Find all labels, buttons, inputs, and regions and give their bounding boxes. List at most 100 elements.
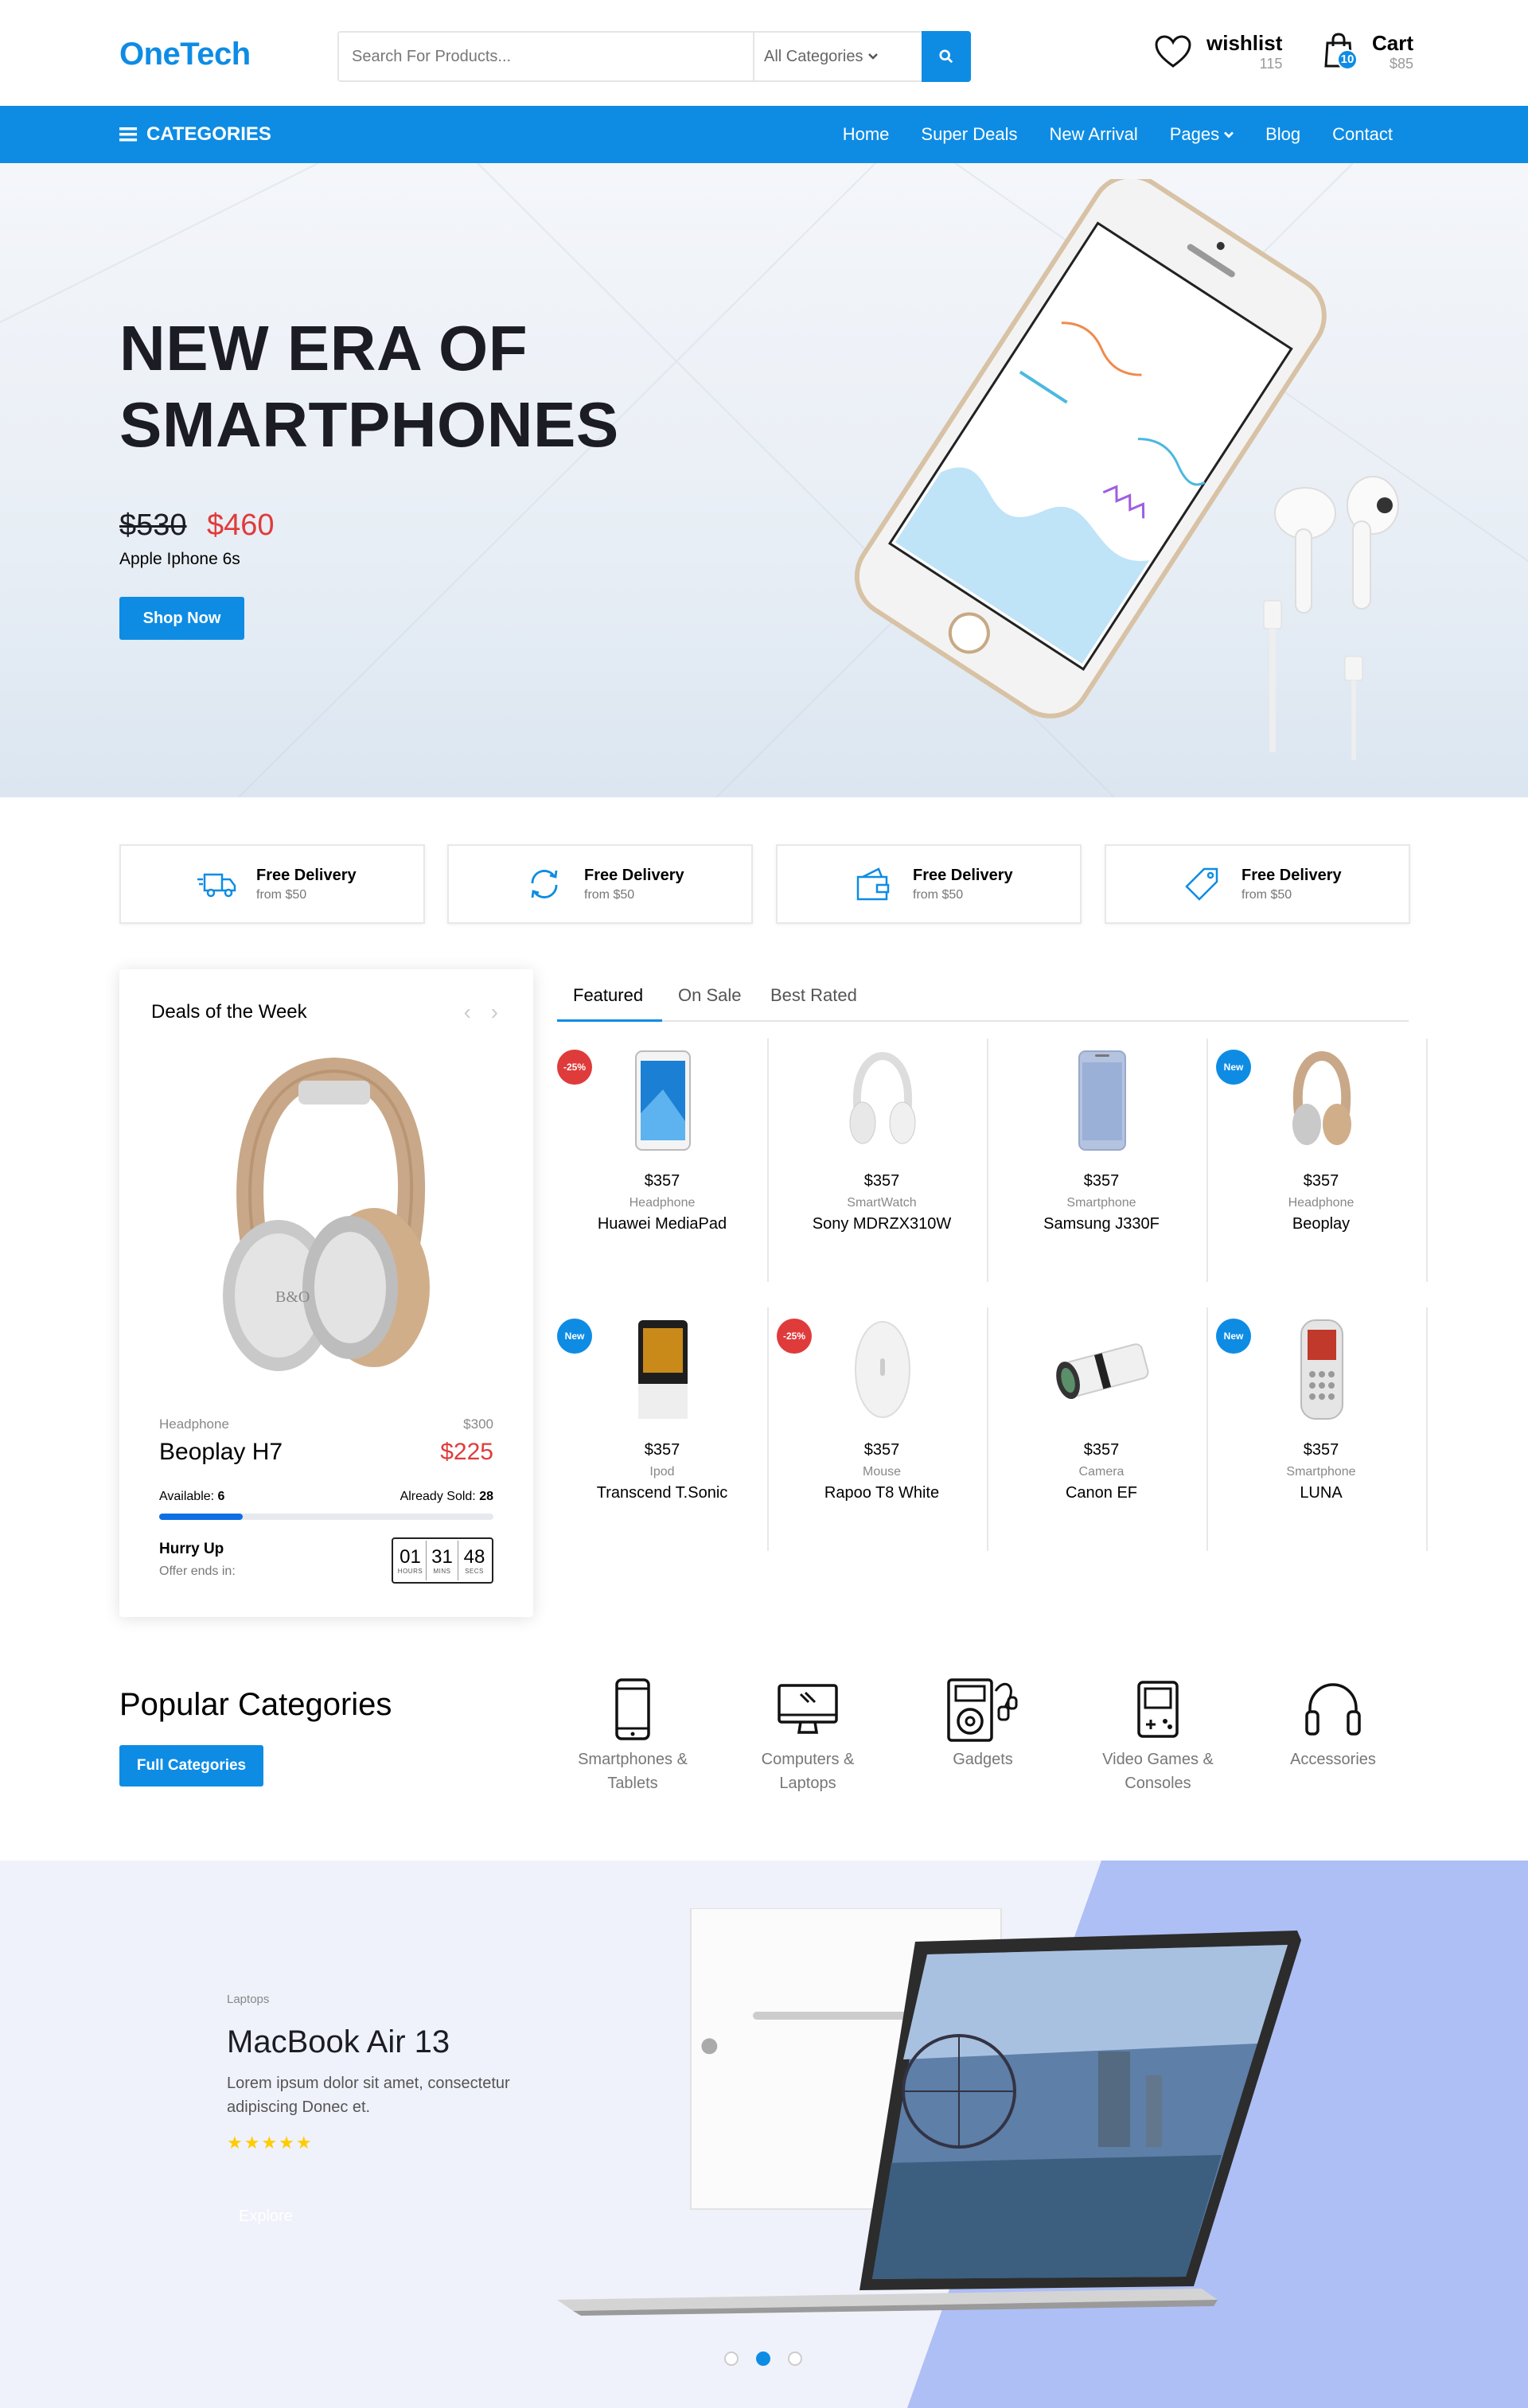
chevron-left-icon[interactable]: ‹: [464, 999, 471, 1025]
sold-label: Already Sold:: [400, 1490, 476, 1503]
product-card[interactable]: New $357 Ipod Transcend T.Sonic: [557, 1307, 769, 1551]
tab-best-rated[interactable]: Best Rated: [770, 985, 857, 1006]
deals-of-the-week: Deals of the Week ‹ › B&O Headphone $300…: [119, 969, 533, 1617]
category-gadgets[interactable]: Gadgets: [911, 1674, 1054, 1771]
cart-total: $85: [1389, 56, 1414, 72]
category-label: Smartphones &: [578, 1751, 688, 1768]
product-name[interactable]: Sony MDRZX310W: [777, 1215, 987, 1233]
category-computers[interactable]: Computers & Laptops: [736, 1674, 879, 1795]
category-smartphones[interactable]: Smartphones & Tablets: [561, 1674, 704, 1795]
product-name[interactable]: Beoplay: [1216, 1215, 1426, 1233]
logo[interactable]: OneTech: [119, 37, 251, 72]
promo-banner: ● Laptops MacBook Air 13 Lorem ipsum dol…: [0, 1861, 1528, 2408]
chevron-down-icon: [867, 53, 878, 60]
feature-sub: from $50: [256, 887, 307, 902]
svg-text:●: ●: [700, 2033, 719, 2057]
full-categories-button[interactable]: Full Categories: [119, 1745, 263, 1787]
product-name[interactable]: Transcend T.Sonic: [557, 1484, 767, 1502]
smartphone-image: [1078, 1050, 1126, 1151]
camera-lens-image: [1056, 1343, 1149, 1400]
chevron-down-icon: [1224, 131, 1234, 138]
product-name[interactable]: Canon EF: [996, 1484, 1206, 1502]
sold-count: 28: [479, 1490, 493, 1503]
search-button[interactable]: [922, 31, 971, 82]
hero-title: NEW ERA OF SMARTPHONES: [119, 310, 619, 463]
shop-now-button[interactable]: Shop Now: [119, 597, 244, 640]
product-card[interactable]: -25% $357 Mouse Rapoo T8 White: [777, 1307, 988, 1551]
product-name[interactable]: LUNA: [1216, 1484, 1426, 1502]
main-nav: CATEGORIES Home Super Deals New Arrival …: [0, 106, 1528, 163]
product-category: Camera: [1078, 1465, 1125, 1479]
product-category: Ipod: [649, 1465, 675, 1479]
banner-category: Laptops: [227, 1993, 270, 2006]
nav-home[interactable]: Home: [843, 124, 890, 145]
timer-hours-label: HOURS: [397, 1567, 423, 1575]
product-card[interactable]: New $357 Smartphone LUNA: [1216, 1307, 1428, 1551]
tab-on-sale[interactable]: On Sale: [678, 985, 742, 1006]
deal-product-name[interactable]: Beoplay H7: [159, 1439, 283, 1466]
nav-new-arrival[interactable]: New Arrival: [1049, 124, 1137, 145]
hurry-up: Hurry Up: [159, 1541, 224, 1557]
refresh-icon: [531, 870, 558, 898]
feature-title: Free Delivery: [256, 866, 357, 884]
slider-dot-active[interactable]: [756, 2352, 770, 2366]
discount-badge: -25%: [777, 1319, 812, 1354]
timer-mins-label: MINS: [433, 1567, 451, 1575]
macbook-image: ●: [557, 1908, 1301, 2316]
category-select-label: All Categories: [764, 47, 863, 65]
headphone-image: [1292, 1050, 1351, 1145]
timer-mins: 31: [431, 1545, 453, 1568]
deal-category: Headphone: [159, 1416, 229, 1432]
category-label: Consoles: [1125, 1775, 1191, 1792]
nav-blog[interactable]: Blog: [1265, 124, 1300, 145]
gamepad-icon: [1137, 1681, 1179, 1738]
feature-title: Free Delivery: [913, 866, 1013, 884]
category-label: Laptops: [779, 1775, 836, 1792]
hero-new-price: $460: [207, 508, 275, 542]
product-card[interactable]: -25% $357 Headphone Huawei MediaPad: [557, 1038, 769, 1282]
wishlist[interactable]: wishlist 115: [1154, 30, 1282, 72]
cart[interactable]: 10 Cart $85: [1323, 30, 1413, 72]
deals-title: Deals of the Week: [151, 1001, 307, 1023]
feature-sub: from $50: [913, 887, 964, 902]
product-price: $357: [644, 1172, 680, 1190]
banner-description: Lorem ipsum dolor sit amet, consectetur …: [227, 2075, 510, 2116]
product-card[interactable]: New $357 Headphone Beoplay: [1216, 1038, 1428, 1282]
product-price: $357: [1083, 1172, 1120, 1190]
explore-button[interactable]: Explore: [239, 2207, 293, 2226]
stock-progress-fill: [159, 1514, 243, 1520]
slider-dot[interactable]: [788, 2352, 802, 2366]
product-card[interactable]: $357 Smartphone Samsung J330F: [996, 1038, 1208, 1282]
popular-title: Popular Categories: [119, 1687, 392, 1722]
category-select[interactable]: All Categories: [753, 33, 922, 80]
new-badge: New: [1216, 1050, 1251, 1085]
chevron-right-icon[interactable]: ›: [491, 999, 498, 1025]
nav-super-deals[interactable]: Super Deals: [921, 124, 1017, 145]
nav-pages[interactable]: Pages: [1170, 124, 1234, 145]
smartphone-icon: [615, 1678, 650, 1740]
product-category: Smartphone: [1066, 1196, 1136, 1210]
product-category: Headphone: [1288, 1196, 1355, 1210]
product-name[interactable]: Samsung J330F: [996, 1215, 1206, 1233]
product-card[interactable]: $357 SmartWatch Sony MDRZX310W: [777, 1038, 988, 1282]
cart-label: Cart: [1372, 31, 1414, 55]
search-input[interactable]: [339, 33, 753, 80]
product-card[interactable]: $357 Camera Canon EF: [996, 1307, 1208, 1551]
product-name[interactable]: Huawei MediaPad: [557, 1215, 767, 1233]
banner-title: MacBook Air 13: [227, 2024, 450, 2059]
categories-menu[interactable]: CATEGORIES: [119, 106, 271, 163]
slider-dot[interactable]: [724, 2352, 739, 2366]
wishlist-count: 115: [1259, 56, 1283, 72]
hero-title-line2: SMARTPHONES: [119, 389, 619, 460]
nav-contact[interactable]: Contact: [1332, 124, 1393, 145]
feature-card: Free Delivery from $50: [1105, 844, 1410, 924]
timer-secs: 48: [463, 1545, 485, 1568]
tab-featured[interactable]: Featured: [573, 985, 643, 1006]
gadget-icon: [947, 1678, 1018, 1742]
deal-old-price: $300: [463, 1416, 493, 1432]
product-price: $357: [644, 1441, 680, 1459]
category-video-games[interactable]: Video Games & Consoles: [1086, 1674, 1230, 1795]
category-accessories[interactable]: Accessories: [1261, 1674, 1405, 1771]
hero-banner: NEW ERA OF SMARTPHONES $530 $460 Apple Ip…: [0, 163, 1528, 797]
product-name[interactable]: Rapoo T8 White: [777, 1484, 987, 1502]
